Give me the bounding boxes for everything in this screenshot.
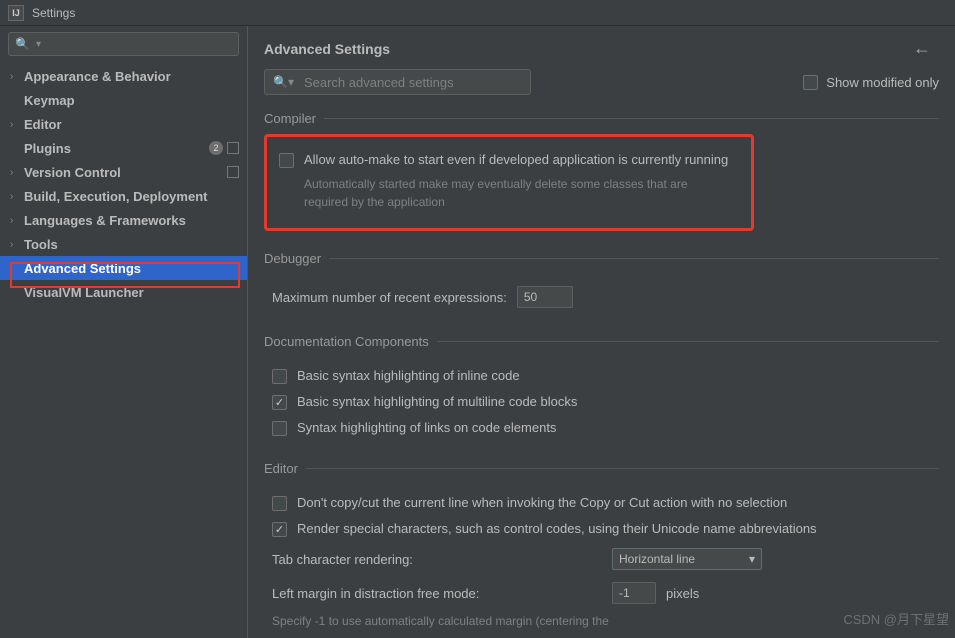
render-special-chars-label: Render special characters, such as contr… xyxy=(297,521,817,536)
tab-rendering-select[interactable]: Horizontal line ▾ xyxy=(612,548,762,570)
search-icon: 🔍 xyxy=(15,37,30,51)
section-separator xyxy=(329,258,939,259)
app-icon: IJ xyxy=(8,5,24,21)
sidebar-item-version-control[interactable]: › Version Control xyxy=(0,160,247,184)
links-highlight-label: Syntax highlighting of links on code ele… xyxy=(297,420,556,435)
sidebar-search[interactable]: 🔍 ▾ xyxy=(8,32,239,56)
left-margin-label: Left margin in distraction free mode: xyxy=(272,586,602,601)
chevron-down-icon: ▾ xyxy=(749,552,755,566)
search-icon: 🔍▾ xyxy=(273,75,294,89)
sidebar-item-plugins[interactable]: › Plugins 2 xyxy=(0,136,247,160)
links-highlight-checkbox[interactable] xyxy=(272,421,287,436)
sidebar-item-label: Editor xyxy=(24,117,247,132)
project-badge-icon xyxy=(227,142,239,154)
highlight-box-compiler: Allow auto-make to start even if develop… xyxy=(264,134,754,231)
sidebar-item-label: Languages & Frameworks xyxy=(24,213,247,228)
tab-rendering-value: Horizontal line xyxy=(619,552,695,566)
update-badge: 2 xyxy=(209,141,223,155)
sidebar-item-label: Tools xyxy=(24,237,247,252)
sidebar-item-languages[interactable]: › Languages & Frameworks xyxy=(0,208,247,232)
sidebar-item-advanced-settings[interactable]: › Advanced Settings xyxy=(0,256,247,280)
left-margin-input[interactable] xyxy=(612,582,656,604)
sidebar-item-tools[interactable]: › Tools xyxy=(0,232,247,256)
project-badge-icon xyxy=(227,166,239,178)
show-modified-checkbox[interactable] xyxy=(803,75,818,90)
search-dropdown-icon: ▾ xyxy=(36,39,41,50)
settings-tree: › Appearance & Behavior › Keymap › Edito… xyxy=(0,62,247,638)
max-expr-input[interactable] xyxy=(517,286,573,308)
chevron-right-icon: › xyxy=(10,71,24,82)
left-margin-unit: pixels xyxy=(666,586,699,601)
section-debugger-title: Debugger xyxy=(264,251,321,266)
section-doc-title: Documentation Components xyxy=(264,334,429,349)
chevron-right-icon: › xyxy=(10,191,24,202)
sidebar-item-editor[interactable]: › Editor xyxy=(0,112,247,136)
multiline-code-highlight-label: Basic syntax highlighting of multiline c… xyxy=(297,394,577,409)
sidebar-item-keymap[interactable]: › Keymap xyxy=(0,88,247,112)
dont-copy-cut-checkbox[interactable] xyxy=(272,496,287,511)
allow-auto-make-checkbox[interactable] xyxy=(279,153,294,168)
left-margin-desc: Specify -1 to use automatically calculat… xyxy=(272,610,939,630)
section-compiler-title: Compiler xyxy=(264,111,316,126)
sidebar-item-label: Version Control xyxy=(24,165,227,180)
sidebar-item-label: Keymap xyxy=(24,93,247,108)
sidebar-item-label: Advanced Settings xyxy=(24,261,247,276)
sidebar-item-label: Build, Execution, Deployment xyxy=(24,189,247,204)
sidebar-item-label: Plugins xyxy=(24,141,209,156)
chevron-right-icon: › xyxy=(10,239,24,250)
main-panel: Advanced Settings ← 🔍▾ Search advanced s… xyxy=(248,26,955,638)
sidebar-item-label: VisualVM Launcher xyxy=(24,285,247,300)
sidebar-item-appearance[interactable]: › Appearance & Behavior xyxy=(0,64,247,88)
chevron-right-icon: › xyxy=(10,119,24,130)
section-separator xyxy=(306,468,939,469)
window-title: Settings xyxy=(32,6,75,20)
sidebar-item-build[interactable]: › Build, Execution, Deployment xyxy=(0,184,247,208)
multiline-code-highlight-checkbox[interactable] xyxy=(272,395,287,410)
inline-code-highlight-label: Basic syntax highlighting of inline code xyxy=(297,368,520,383)
sidebar-item-visualvm[interactable]: › VisualVM Launcher xyxy=(0,280,247,304)
chevron-right-icon: › xyxy=(10,167,24,178)
allow-auto-make-desc: Automatically started make may eventuall… xyxy=(304,175,704,211)
search-placeholder: Search advanced settings xyxy=(304,75,454,90)
back-arrow-icon[interactable]: ← xyxy=(905,38,939,59)
tab-rendering-label: Tab character rendering: xyxy=(272,552,602,567)
sidebar: 🔍 ▾ › Appearance & Behavior › Keymap › E… xyxy=(0,26,248,638)
show-modified-label: Show modified only xyxy=(826,75,939,90)
section-editor-title: Editor xyxy=(264,461,298,476)
allow-auto-make-label: Allow auto-make to start even if develop… xyxy=(304,152,728,167)
sidebar-item-label: Appearance & Behavior xyxy=(24,69,247,84)
max-expr-label: Maximum number of recent expressions: xyxy=(272,290,507,305)
titlebar: IJ Settings xyxy=(0,0,955,26)
inline-code-highlight-checkbox[interactable] xyxy=(272,369,287,384)
chevron-right-icon: › xyxy=(10,215,24,226)
section-separator xyxy=(437,341,939,342)
settings-search-input[interactable]: 🔍▾ Search advanced settings xyxy=(264,69,531,95)
dont-copy-cut-label: Don't copy/cut the current line when inv… xyxy=(297,495,787,510)
render-special-chars-checkbox[interactable] xyxy=(272,522,287,537)
page-title: Advanced Settings xyxy=(264,41,905,57)
section-separator xyxy=(324,118,939,119)
